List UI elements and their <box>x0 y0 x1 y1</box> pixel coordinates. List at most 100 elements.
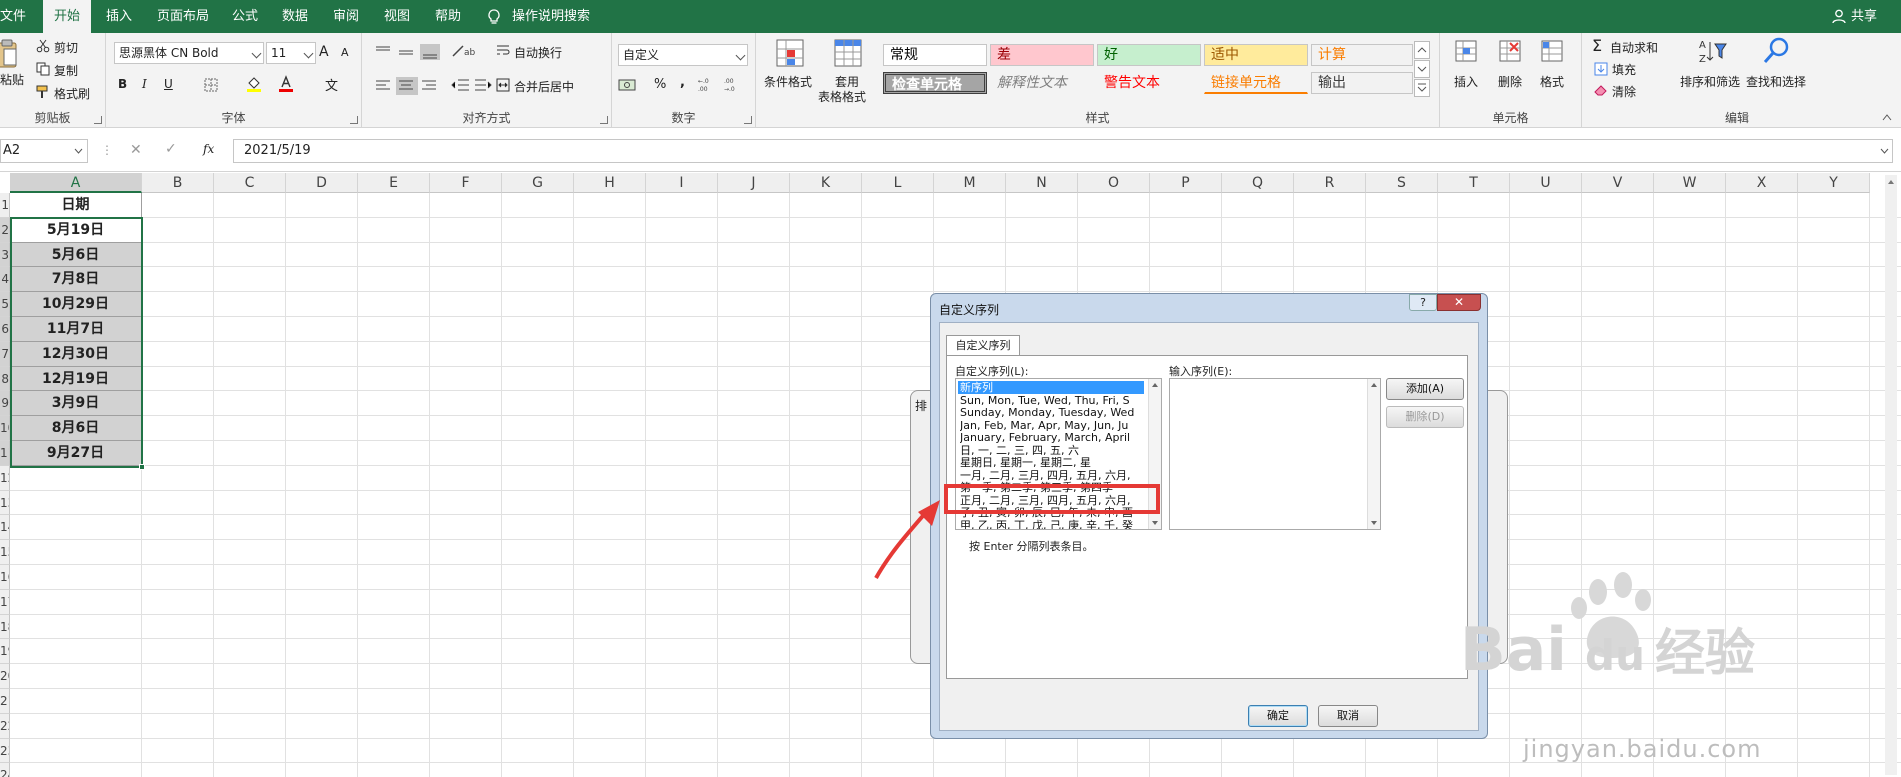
row-header-12[interactable]: 12 <box>0 465 10 491</box>
date-cell[interactable]: 3月9日 <box>10 391 142 417</box>
column-header-W[interactable]: W <box>1654 173 1726 193</box>
row-header-5[interactable]: 5 <box>0 292 10 317</box>
row-header-21[interactable]: 21 <box>0 689 10 714</box>
border-icon[interactable] <box>204 78 218 92</box>
column-header-P[interactable]: P <box>1150 173 1222 193</box>
row-header-22[interactable]: 22 <box>0 713 10 739</box>
column-header-O[interactable]: O <box>1078 173 1150 193</box>
copy-button[interactable]: 复制 <box>54 62 78 79</box>
row-header-6[interactable]: 6 <box>0 317 10 342</box>
alignment-launcher-icon[interactable] <box>600 116 608 124</box>
custom-list-item[interactable]: Sun, Mon, Tue, Wed, Thu, Fri, S <box>960 394 1146 407</box>
column-header-M[interactable]: M <box>934 173 1006 193</box>
style-bad[interactable]: 差 <box>990 44 1094 66</box>
delete-cells-button[interactable]: 删除 <box>1498 73 1522 90</box>
custom-list-item[interactable]: January, February, March, April <box>960 431 1146 444</box>
column-header-J[interactable]: J <box>718 173 790 193</box>
clear-button[interactable]: 清除 <box>1612 83 1636 100</box>
scroll-up-icon[interactable] <box>1152 383 1158 387</box>
paste-label[interactable]: 粘贴 <box>0 71 24 88</box>
column-header-N[interactable]: N <box>1006 173 1078 193</box>
listbox-scrollbar[interactable] <box>1148 379 1161 529</box>
custom-list-item[interactable]: Jan, Feb, Mar, Apr, May, Jun, Ju <box>960 419 1146 432</box>
column-header-H[interactable]: H <box>574 173 646 193</box>
custom-list-item[interactable]: 星期日, 星期一, 星期二, 星 <box>960 456 1146 469</box>
custom-list-item[interactable]: 第一季, 第二季, 第三季, 第四季 <box>960 481 1146 494</box>
style-explanatory[interactable]: 解释性文本 <box>990 72 1094 94</box>
column-header-T[interactable]: T <box>1438 173 1510 193</box>
percent-button[interactable]: % <box>654 77 666 92</box>
indent-icons[interactable] <box>450 77 492 93</box>
row-header-9[interactable]: 9 <box>0 391 10 417</box>
find-select-button[interactable]: 查找和选择 <box>1746 73 1806 90</box>
date-cell[interactable]: 5月6日 <box>10 242 142 268</box>
date-cell[interactable]: 10月29日 <box>10 292 142 317</box>
fill-handle[interactable] <box>139 464 145 470</box>
tab-help[interactable]: 帮助 <box>435 0 461 33</box>
style-calculation[interactable]: 计算 <box>1311 44 1413 66</box>
styles-scroll-icon[interactable] <box>1414 41 1430 99</box>
row-header-18[interactable]: 18 <box>0 614 10 640</box>
column-header-I[interactable]: I <box>646 173 718 193</box>
custom-lists-listbox[interactable]: 新序列 Sun, Mon, Tue, Wed, Thu, Fri, S Sunday… <box>955 378 1162 530</box>
italic-button[interactable]: I <box>142 77 147 91</box>
column-header-E[interactable]: E <box>358 173 430 193</box>
row-header-3[interactable]: 3 <box>0 242 10 268</box>
comma-button[interactable]: , <box>680 75 685 90</box>
row-header-8[interactable]: 8 <box>0 366 10 392</box>
phonetic-icon[interactable]: 文 <box>325 75 338 94</box>
custom-list-item[interactable]: Sunday, Monday, Tuesday, Wed <box>960 406 1146 419</box>
date-cell[interactable]: 12月19日 <box>10 366 142 392</box>
tab-page-layout[interactable]: 页面布局 <box>157 0 209 33</box>
number-format-dropdown[interactable]: 自定义 <box>618 44 748 66</box>
row-header-16[interactable]: 16 <box>0 565 10 590</box>
column-header-X[interactable]: X <box>1726 173 1798 193</box>
font-name-dropdown[interactable]: 思源黑体 CN Bold <box>114 42 264 64</box>
conditional-format-button[interactable]: 条件格式 <box>764 73 812 90</box>
scroll-down-icon[interactable] <box>1152 521 1158 525</box>
decimal-icons[interactable]: ←.0.00.00→.0 <box>698 76 746 92</box>
style-linked-cell[interactable]: 链接单元格 <box>1204 72 1308 94</box>
date-cell[interactable]: 12月30日 <box>10 341 142 367</box>
tab-formulas[interactable]: 公式 <box>232 0 258 33</box>
row-header-1[interactable]: 1 <box>0 193 10 218</box>
insert-cells-button[interactable]: 插入 <box>1454 73 1478 90</box>
scroll-down-icon[interactable] <box>1371 521 1377 525</box>
column-header-Y[interactable]: Y <box>1798 173 1870 193</box>
font-size-dropdown[interactable]: 11 <box>266 42 316 64</box>
custom-list-item[interactable]: 日, 一, 二, 三, 四, 五, 六 <box>960 444 1146 457</box>
column-header-D[interactable]: D <box>286 173 358 193</box>
row-header-20[interactable]: 20 <box>0 664 10 689</box>
custom-list-item[interactable]: 正月, 二月, 三月, 四月, 五月, 六月, <box>960 494 1146 507</box>
chevron-down-icon[interactable] <box>74 148 83 154</box>
date-cell[interactable]: 7月8日 <box>10 267 142 293</box>
style-neutral[interactable]: 适中 <box>1204 44 1308 66</box>
cut-button[interactable]: 剪切 <box>54 39 78 56</box>
number-launcher-icon[interactable] <box>744 116 752 124</box>
style-output[interactable]: 输出 <box>1311 72 1413 94</box>
clipboard-launcher-icon[interactable] <box>94 116 102 124</box>
paste-icon[interactable] <box>0 39 18 69</box>
orientation-icon[interactable]: ab <box>450 43 476 59</box>
date-cell[interactable]: 9月27日 <box>10 441 142 466</box>
close-button[interactable]: ✕ <box>1437 294 1481 311</box>
row-header-15[interactable]: 15 <box>0 540 10 565</box>
row-header-10[interactable]: 10 <box>0 416 10 441</box>
format-cells-button[interactable]: 格式 <box>1540 73 1564 90</box>
row-header-23[interactable]: 23 <box>0 738 10 764</box>
insert-function-icon[interactable]: fx <box>203 142 214 156</box>
custom-list-item[interactable]: 甲, 乙, 丙, 丁, 戊, 己, 庚, 辛, 壬, 癸 <box>960 519 1146 530</box>
column-header-U[interactable]: U <box>1510 173 1582 193</box>
cell-header-date[interactable]: 日期 <box>10 193 142 218</box>
ok-button[interactable]: 确定 <box>1248 705 1308 727</box>
enter-icon[interactable]: ✓ <box>165 141 177 157</box>
delete-button[interactable]: 删除(D) <box>1386 406 1464 428</box>
style-good[interactable]: 好 <box>1097 44 1201 66</box>
horizontal-align-icons[interactable] <box>374 77 440 95</box>
column-header-V[interactable]: V <box>1582 173 1654 193</box>
tab-insert[interactable]: 插入 <box>106 0 132 33</box>
sort-filter-button[interactable]: 排序和筛选 <box>1680 73 1740 90</box>
tell-me-search[interactable]: 操作说明搜索 <box>512 0 590 33</box>
column-header-G[interactable]: G <box>502 173 574 193</box>
column-header-B[interactable]: B <box>142 173 214 193</box>
